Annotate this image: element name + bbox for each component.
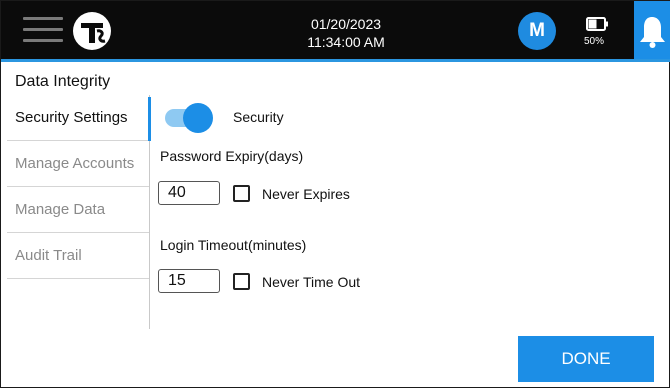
never-expires-checkbox[interactable] (233, 185, 250, 202)
password-expiry-label: Password Expiry(days) (160, 148, 304, 164)
date-text: 01/20/2023 (310, 16, 382, 32)
sidebar-item-manage-accounts[interactable]: Manage Accounts (7, 141, 149, 187)
login-timeout-input[interactable]: 15 (158, 269, 220, 293)
sidebar-item-audit-trail[interactable]: Audit Trail (7, 233, 149, 279)
page-title: Data Integrity (15, 73, 111, 90)
user-avatar[interactable]: M (518, 12, 556, 50)
tsi-logo-icon (73, 12, 111, 50)
top-bar: 01/20/2023 11:34:00 AM M 50% (1, 1, 670, 62)
hamburger-menu-icon[interactable] (23, 15, 63, 45)
done-button[interactable]: DONE (518, 336, 654, 382)
app-window: 01/20/2023 11:34:00 AM M 50% Data Integr… (0, 0, 670, 388)
sidebar: Security Settings Manage Accounts Manage… (7, 95, 151, 329)
notifications-button[interactable] (634, 1, 670, 62)
security-toggle[interactable] (161, 101, 215, 133)
never-time-out-label: Never Time Out (262, 274, 361, 290)
login-timeout-label: Login Timeout(minutes) (160, 237, 307, 253)
never-time-out-checkbox[interactable] (233, 273, 250, 290)
bell-icon (640, 17, 665, 48)
battery-percent: 50% (584, 36, 605, 47)
sidebar-item-security-settings[interactable]: Security Settings (7, 95, 151, 141)
password-expiry-input[interactable]: 40 (158, 181, 220, 205)
header-accent-line (1, 59, 670, 62)
never-expires-label: Never Expires (262, 186, 350, 202)
security-toggle-label: Security (233, 109, 284, 125)
time-text: 11:34:00 AM (307, 34, 385, 50)
date-time-display: 01/20/2023 11:34:00 AM (271, 15, 421, 51)
sidebar-item-manage-data[interactable]: Manage Data (7, 187, 149, 233)
toggle-knob (183, 103, 213, 133)
